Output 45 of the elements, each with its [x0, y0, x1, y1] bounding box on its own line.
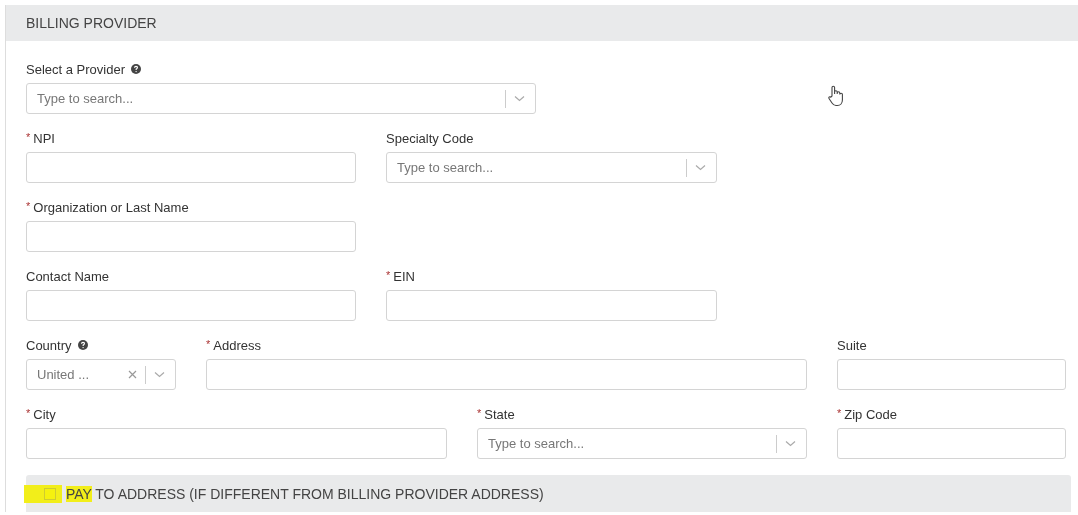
field-label: Zip Code: [844, 406, 898, 422]
select-field[interactable]: Type to search...: [26, 83, 536, 114]
select-value: United ...: [37, 367, 90, 382]
placeholder-text: Type to search...: [397, 160, 494, 175]
help-icon[interactable]: [77, 340, 88, 350]
field-label: Organization or Last Name: [33, 199, 189, 215]
clear-icon[interactable]: [128, 370, 137, 379]
field-label: EIN: [393, 268, 415, 284]
field-label: Contact Name: [26, 268, 110, 284]
select-field[interactable]: United ...: [26, 359, 176, 390]
chevron-down-icon[interactable]: [514, 95, 525, 102]
placeholder-text: Type to search...: [488, 436, 585, 451]
text-field[interactable]: [837, 428, 1066, 459]
hand-cursor-icon: [827, 85, 845, 107]
required-asterisk: *: [26, 131, 31, 143]
text-field[interactable]: [26, 152, 356, 183]
field-label: City: [33, 406, 56, 422]
required-asterisk: *: [477, 407, 482, 419]
field-label: Suite: [837, 337, 867, 353]
field-label: Country: [26, 337, 72, 353]
placeholder-text: Type to search...: [37, 91, 134, 106]
text-field[interactable]: [26, 428, 447, 459]
text-field[interactable]: [26, 290, 356, 321]
required-asterisk: *: [837, 407, 842, 419]
help-icon[interactable]: [131, 64, 141, 74]
text-field[interactable]: [837, 359, 1066, 390]
field-label: NPI: [33, 130, 55, 146]
select-field[interactable]: Type to search...: [477, 428, 807, 459]
field-label: State: [484, 406, 515, 422]
section-title: BILLING PROVIDER: [26, 15, 157, 31]
field-label: Select a Provider: [26, 61, 125, 77]
text-field[interactable]: [26, 221, 356, 252]
required-asterisk: *: [386, 269, 391, 281]
select-field[interactable]: Type to search...: [386, 152, 717, 183]
required-asterisk: *: [206, 338, 211, 350]
chevron-down-icon[interactable]: [785, 440, 796, 447]
text-field[interactable]: [386, 290, 717, 321]
required-asterisk: *: [26, 407, 31, 419]
text-field[interactable]: [206, 359, 807, 390]
chevron-down-icon[interactable]: [154, 371, 165, 378]
required-asterisk: *: [26, 200, 31, 212]
section-title: PAY TO ADDRESS (IF DIFFERENT FROM BILLING PROVIDER ADDRESS): [66, 485, 544, 502]
chevron-down-icon[interactable]: [695, 164, 706, 171]
field-label: Address: [213, 337, 261, 353]
field-label: Specialty Code: [386, 130, 474, 146]
